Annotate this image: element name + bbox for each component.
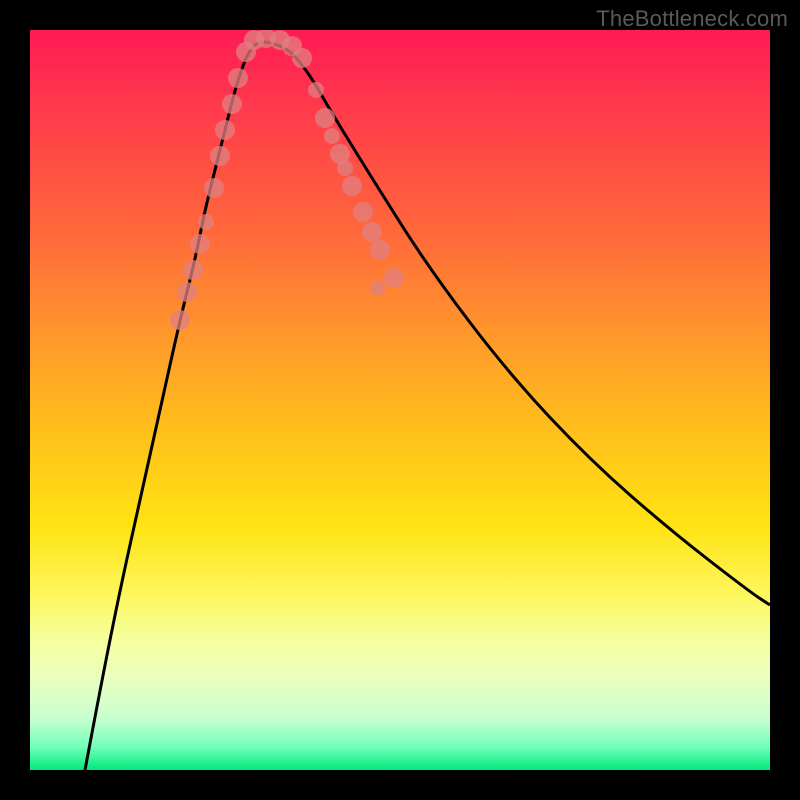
data-marker <box>308 82 324 98</box>
data-marker <box>384 268 404 288</box>
data-marker <box>204 178 224 198</box>
data-marker <box>315 108 335 128</box>
data-marker <box>210 146 230 166</box>
data-marker <box>324 128 340 144</box>
data-marker <box>370 240 390 260</box>
curve-layer <box>30 30 770 770</box>
data-marker <box>198 214 214 230</box>
data-marker <box>177 282 197 302</box>
data-marker <box>362 222 382 242</box>
watermark-text: TheBottleneck.com <box>596 6 788 32</box>
data-marker <box>353 202 373 222</box>
data-marker <box>342 176 362 196</box>
bottleneck-curve <box>85 42 770 770</box>
data-marker <box>183 260 203 280</box>
data-marker <box>190 234 210 254</box>
curve-markers <box>170 30 404 330</box>
data-marker <box>222 94 242 114</box>
plot-area <box>30 30 770 770</box>
data-marker <box>170 310 190 330</box>
data-marker <box>228 68 248 88</box>
data-marker <box>215 120 235 140</box>
data-marker <box>337 160 353 176</box>
data-marker <box>292 48 312 68</box>
chart-frame: TheBottleneck.com <box>0 0 800 800</box>
data-marker <box>370 280 386 296</box>
